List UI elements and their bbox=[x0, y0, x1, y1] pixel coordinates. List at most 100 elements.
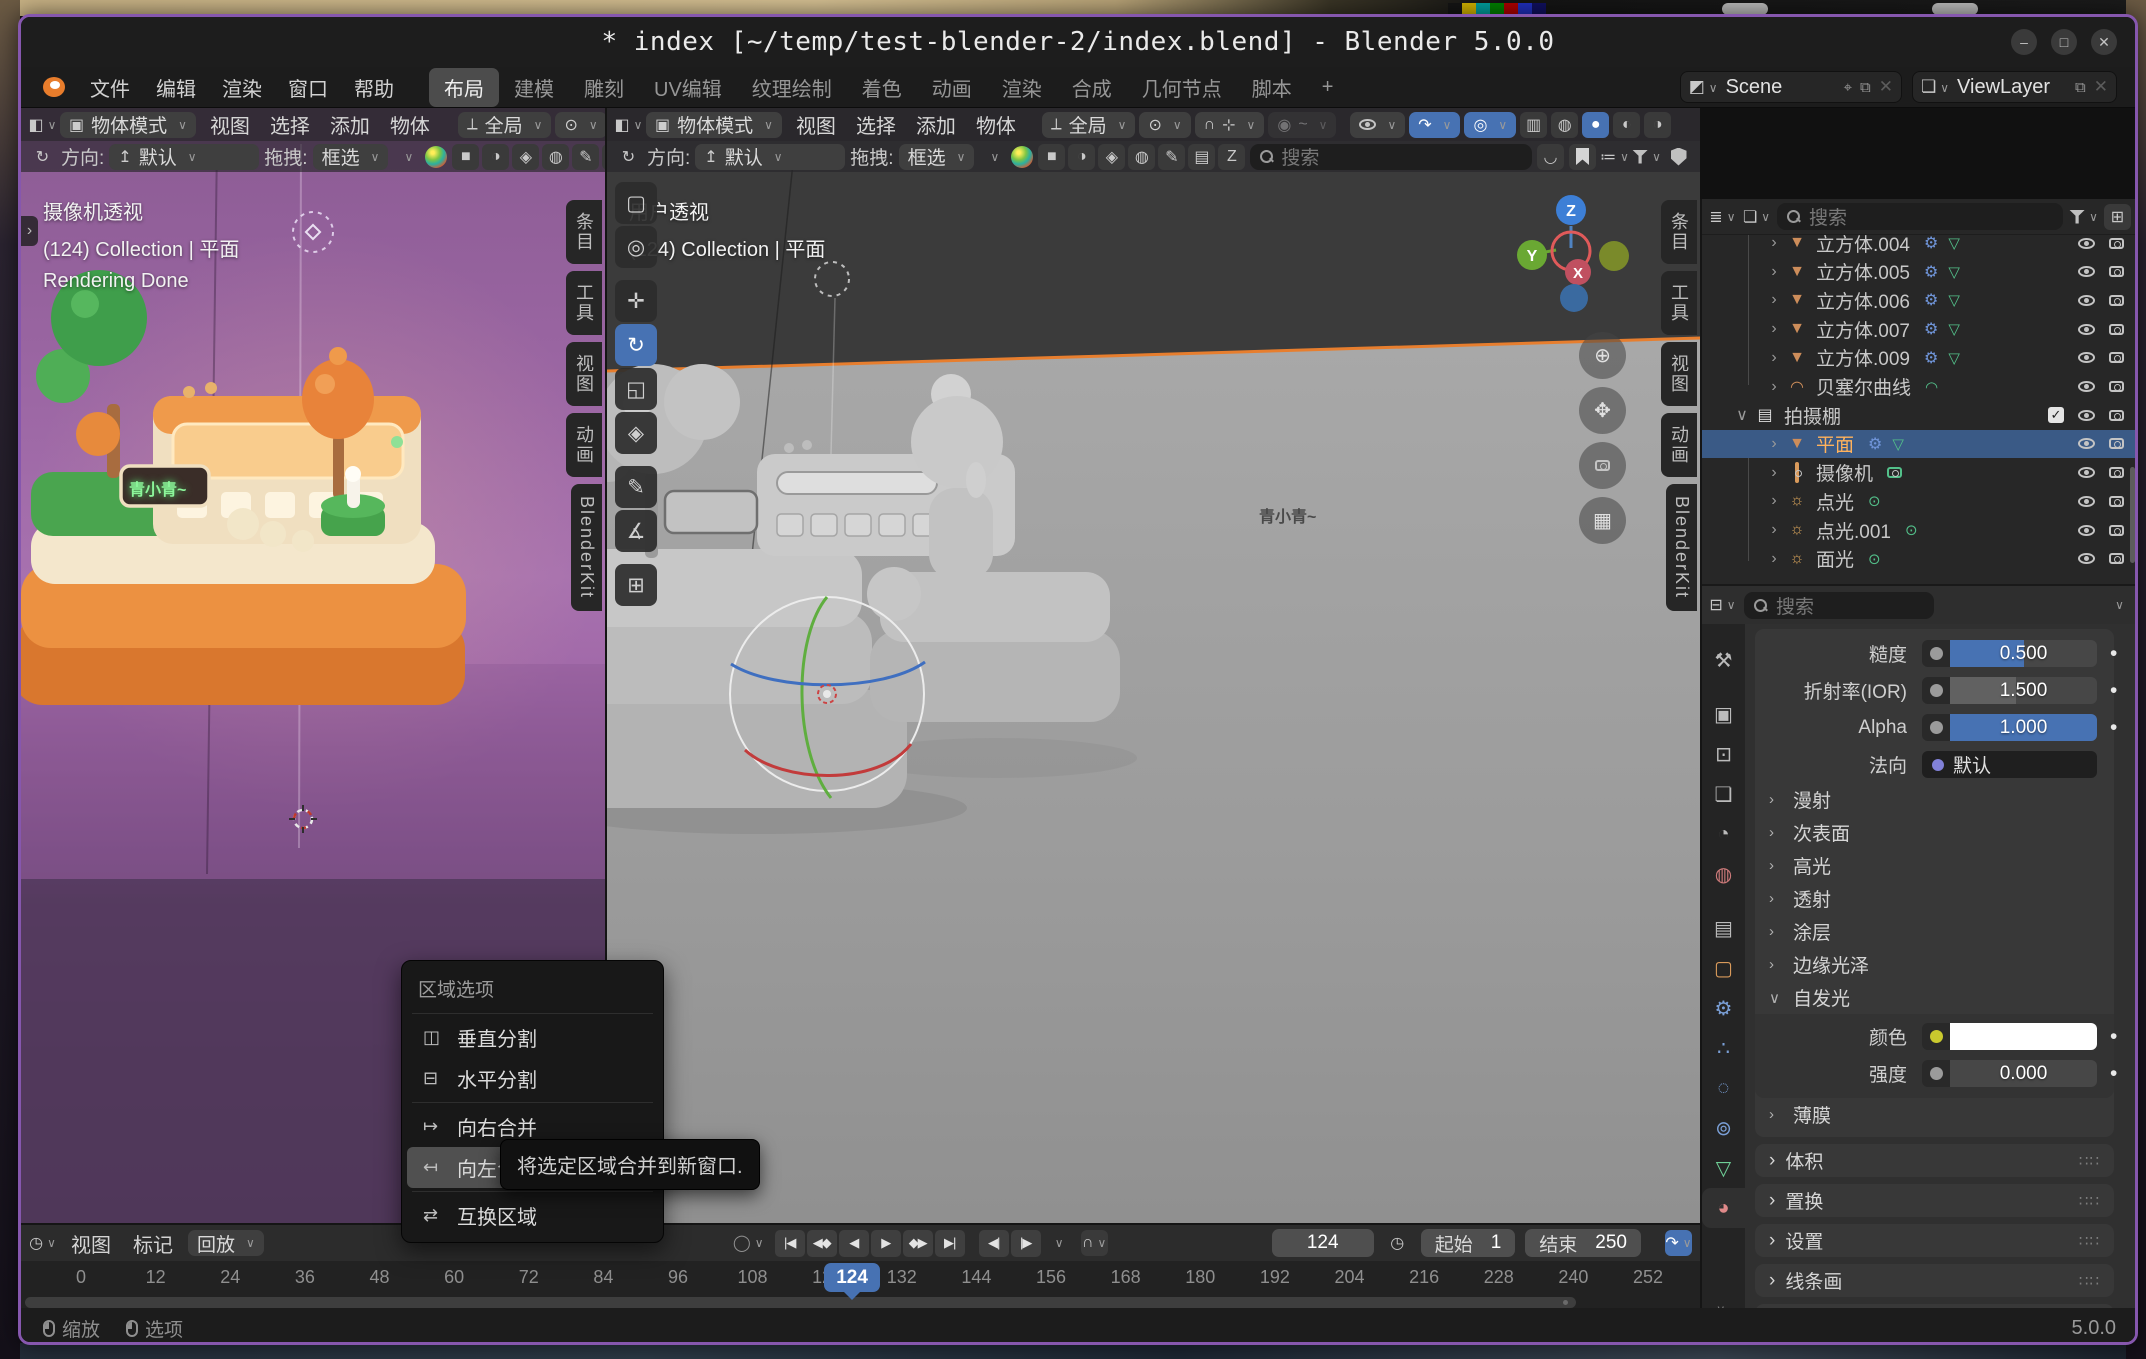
data-tab[interactable]: ▽ bbox=[1702, 1148, 1745, 1188]
section-header[interactable]: ›透射 bbox=[1755, 882, 2114, 915]
cursor-tool[interactable]: ◎ bbox=[615, 226, 657, 268]
particles-tab[interactable]: ∴ bbox=[1702, 1028, 1745, 1068]
topbar-menu[interactable]: 帮助 bbox=[341, 69, 407, 106]
play-reverse-button[interactable]: ◀ bbox=[839, 1230, 869, 1257]
direction-selector[interactable]: ↥ 默认 bbox=[695, 144, 845, 170]
tool-options-chevron[interactable] bbox=[979, 144, 1006, 170]
timeline-menu[interactable]: 标记 bbox=[122, 1229, 184, 1258]
drag-grip-icon[interactable]: ∷∷ bbox=[2079, 1232, 2100, 1250]
workspace-tab[interactable]: 着色 bbox=[847, 68, 917, 107]
section-header[interactable]: ›高光 bbox=[1755, 849, 2114, 882]
decorator-button[interactable] bbox=[1922, 1060, 1950, 1087]
hide-eye-icon[interactable] bbox=[2078, 381, 2095, 392]
render-tab[interactable]: ▣ bbox=[1702, 694, 1745, 734]
orbit-icon[interactable]: ↻ bbox=[615, 144, 642, 170]
animate-dot[interactable]: • bbox=[2110, 1062, 2117, 1086]
new-collection-button[interactable]: ⊞ bbox=[2104, 204, 2131, 230]
material-assets-button[interactable]: ◑ bbox=[1068, 144, 1095, 170]
render-visibility-icon[interactable] bbox=[2109, 467, 2124, 478]
pivot-selector[interactable]: ⊙ bbox=[1139, 112, 1190, 138]
next-frame-button[interactable]: |▶ bbox=[1011, 1230, 1041, 1257]
outliner-display-mode-icon[interactable]: ≣ bbox=[1709, 204, 1736, 230]
value-slider[interactable]: 1.000 bbox=[1950, 714, 2097, 741]
material-preview-sphere[interactable] bbox=[1011, 146, 1033, 168]
blender-logo-icon[interactable] bbox=[39, 75, 69, 99]
add-cube-tool[interactable]: ⊞ bbox=[615, 564, 657, 606]
animate-dot[interactable]: • bbox=[2110, 1025, 2117, 1049]
outliner-filter-button[interactable] bbox=[2070, 204, 2097, 230]
modifier-wrench-icon[interactable]: ⚙ bbox=[1924, 348, 1938, 368]
drag-grip-icon[interactable]: ∷∷ bbox=[2079, 1152, 2100, 1170]
normal-selector[interactable]: 默认 bbox=[1922, 751, 2097, 778]
hide-eye-icon[interactable] bbox=[2078, 238, 2095, 249]
viewport-menu[interactable]: 选择 bbox=[260, 110, 320, 139]
camera-view-button[interactable] bbox=[1579, 442, 1626, 489]
transform-tool[interactable]: ◈ bbox=[615, 412, 657, 454]
workspace-tab[interactable]: 脚本 bbox=[1237, 68, 1307, 107]
shading-material-button[interactable]: ◐ bbox=[1613, 112, 1640, 138]
expander-icon[interactable]: › bbox=[1764, 464, 1784, 482]
collapsed-panel[interactable]: ›设置 ∷∷ bbox=[1755, 1224, 2114, 1257]
render-visibility-icon[interactable] bbox=[2109, 553, 2124, 564]
output-tab[interactable]: ⊡ bbox=[1702, 734, 1745, 774]
select-box-tool[interactable]: ▢ bbox=[615, 182, 657, 224]
viewport-menu[interactable]: 添加 bbox=[320, 110, 380, 139]
sidebar-tab[interactable]: 动画 bbox=[1661, 413, 1697, 477]
render-visibility-icon[interactable] bbox=[2109, 496, 2124, 507]
sidebar-tab[interactable]: BlenderKit bbox=[571, 484, 602, 611]
sidebar-tab[interactable]: 视图 bbox=[566, 342, 602, 406]
menu-item-swap-areas[interactable]: ⇄互换区域 bbox=[407, 1195, 658, 1236]
hide-eye-icon[interactable] bbox=[2078, 410, 2095, 421]
sidebar-tab[interactable]: 动画 bbox=[566, 413, 602, 477]
emission-color-swatch[interactable] bbox=[1950, 1023, 2097, 1050]
bookmark-button[interactable] bbox=[1569, 144, 1596, 170]
mode-selector[interactable]: ▣ 物体模式 bbox=[60, 112, 196, 138]
object-tab[interactable]: ▢ bbox=[1702, 948, 1745, 988]
hide-eye-icon[interactable] bbox=[2078, 467, 2095, 478]
outliner[interactable]: ›▼立方体.004⚙▽›▼立方体.005⚙▽›▼立方体.006⚙▽›▼立方体.0… bbox=[1702, 199, 2138, 582]
render-visibility-icon[interactable] bbox=[2109, 266, 2124, 277]
sidebar-tab[interactable]: 工具 bbox=[1661, 271, 1697, 335]
expander-icon[interactable]: › bbox=[1764, 521, 1784, 539]
orientation-selector[interactable]: ⟂ 全局 bbox=[458, 112, 552, 138]
viewlayer-tab[interactable]: ❏ bbox=[1702, 774, 1745, 814]
expander-icon[interactable]: › bbox=[1764, 320, 1784, 338]
workspace-tab[interactable]: 布局 bbox=[429, 68, 499, 107]
expander-icon[interactable]: › bbox=[1764, 349, 1784, 367]
sidebar-tab[interactable]: 工具 bbox=[566, 271, 602, 335]
properties-options-chevron[interactable] bbox=[2104, 592, 2131, 618]
properties-editor-icon[interactable]: ⊟ bbox=[1709, 592, 1736, 618]
current-frame-marker[interactable]: 124 bbox=[824, 1263, 880, 1292]
measure-tool[interactable]: ∡ bbox=[615, 510, 657, 552]
outliner-row-立方体.006[interactable]: ›▼立方体.006⚙▽ bbox=[1702, 286, 2138, 314]
workspace-tab[interactable]: 雕刻 bbox=[569, 68, 639, 107]
toolbar-expand-arrow[interactable]: › bbox=[21, 216, 38, 246]
decorator-button[interactable] bbox=[1922, 640, 1950, 667]
workspace-tab[interactable]: UV编辑 bbox=[639, 68, 737, 107]
titlebar[interactable]: * index [~/temp/test-blender-2/index.ble… bbox=[21, 17, 2135, 67]
keying-popover[interactable]: ◯ bbox=[735, 1230, 762, 1256]
outliner-row-立方体.005[interactable]: ›▼立方体.005⚙▽ bbox=[1702, 258, 2138, 286]
section-header[interactable]: ›次表面 bbox=[1755, 816, 2114, 849]
outliner-row-立方体.007[interactable]: ›▼立方体.007⚙▽ bbox=[1702, 315, 2138, 343]
mode-selector[interactable]: ▣ 物体模式 bbox=[646, 112, 782, 138]
outliner-row-点光.001[interactable]: ›☼点光.001⊙ bbox=[1702, 516, 2138, 544]
new-viewlayer-icon[interactable]: ⧉ bbox=[2075, 79, 2086, 96]
editor-type-icon[interactable]: ◧ bbox=[29, 112, 56, 138]
workspace-tab[interactable]: 渲染 bbox=[987, 68, 1057, 107]
expander-icon[interactable]: ∨ bbox=[1732, 405, 1752, 425]
sidebar-tab[interactable]: 条目 bbox=[1661, 200, 1697, 264]
section-header[interactable]: ›边缘光泽 bbox=[1755, 948, 2114, 981]
autokey-magnet-button[interactable]: ∩ bbox=[1081, 1230, 1108, 1256]
scene-assets-button[interactable]: ◍ bbox=[542, 144, 569, 170]
play-button[interactable]: ▶ bbox=[871, 1230, 901, 1257]
hide-eye-icon[interactable] bbox=[2078, 324, 2095, 335]
shading-rendered-button[interactable]: ◑ bbox=[1644, 112, 1671, 138]
collapsed-panel[interactable]: ›体积 ∷∷ bbox=[1755, 1144, 2114, 1177]
timeline-menu[interactable]: 视图 bbox=[60, 1229, 122, 1258]
timeline-scrollbar[interactable] bbox=[25, 1297, 1576, 1308]
outliner-scrollbar[interactable] bbox=[2130, 467, 2135, 563]
addon-assets-button[interactable]: Z bbox=[1218, 144, 1245, 170]
hdr-assets-button[interactable]: ◈ bbox=[512, 144, 539, 170]
collection-checkbox[interactable]: ✓ bbox=[2048, 407, 2064, 423]
